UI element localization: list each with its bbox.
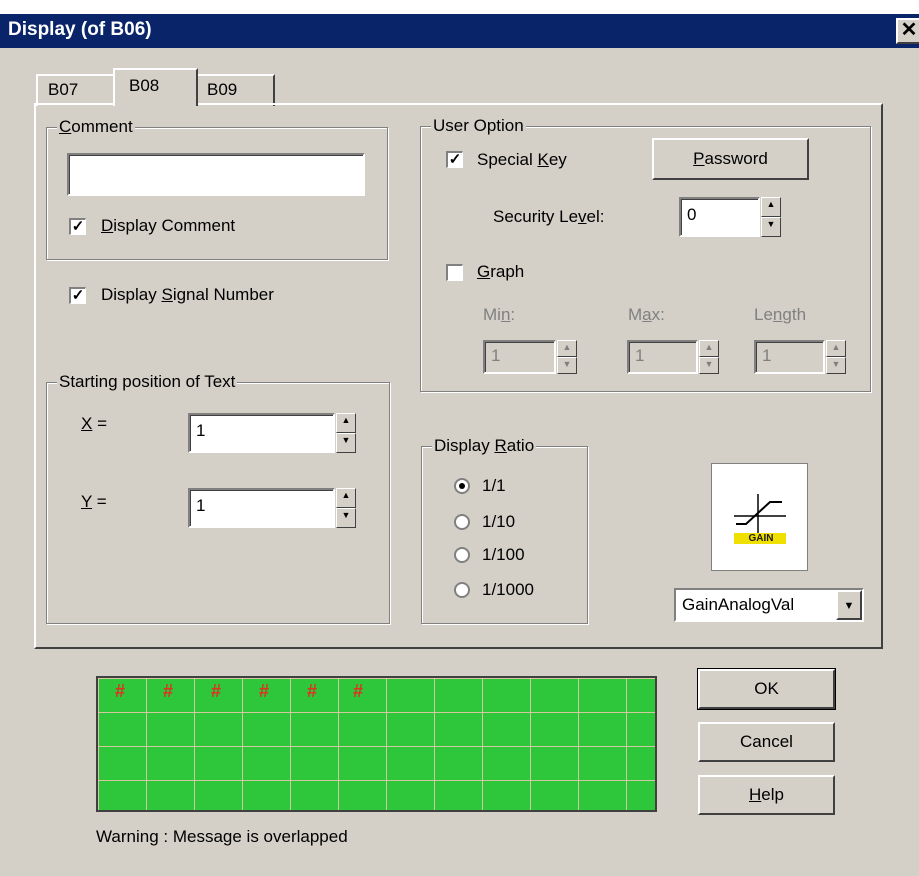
y-value: 1: [196, 496, 206, 515]
overlap-marker: #: [259, 681, 270, 701]
x-input[interactable]: 1: [188, 413, 335, 453]
security-spin-up[interactable]: ▲: [761, 197, 781, 217]
length-label: Length: [754, 305, 807, 324]
ratio-label-1-100: 1/100: [482, 545, 525, 564]
min-input[interactable]: 1: [483, 340, 556, 374]
x-spin-down[interactable]: ▼: [336, 433, 356, 453]
display-signal-number-label: Display Signal Number: [101, 285, 274, 304]
x-label: X =: [81, 414, 107, 433]
warning-text: Warning : Message is overlapped: [96, 827, 348, 846]
top-strip: [0, 0, 919, 14]
ratio-radio-1-100[interactable]: [454, 547, 470, 563]
message-preview-grid: # # # # # #: [96, 676, 657, 812]
min-value: 1: [491, 346, 501, 365]
graph-label: Graph: [477, 262, 525, 281]
special-key-label: Special Key: [477, 150, 567, 169]
min-spin-down[interactable]: ▼: [557, 357, 577, 374]
display-signal-number-checkbox[interactable]: ✓: [69, 287, 86, 304]
tab-label: B08: [129, 76, 160, 95]
display-comment-label: Display Comment: [101, 216, 236, 235]
max-spin-down[interactable]: ▼: [699, 357, 719, 374]
special-key-checkbox[interactable]: ✓: [446, 151, 463, 168]
overlap-marker: #: [211, 681, 222, 701]
tab-label: B07: [48, 80, 79, 99]
length-value: 1: [762, 346, 772, 365]
graph-checkbox[interactable]: [446, 264, 463, 281]
y-label: Y =: [81, 492, 107, 511]
max-input[interactable]: 1: [627, 340, 698, 374]
gain-caption: GAIN: [748, 533, 774, 544]
security-level-label: Security Level:: [493, 207, 605, 226]
display-comment-checkbox[interactable]: ✓: [69, 218, 86, 235]
min-spin-up[interactable]: ▲: [557, 340, 577, 357]
display-ratio-group-label: Display Ratio: [432, 436, 537, 456]
chevron-down-icon[interactable]: ▼: [836, 590, 862, 620]
ratio-label-1-1000: 1/1000: [482, 580, 534, 599]
y-spin-down[interactable]: ▼: [336, 508, 356, 528]
x-spin-up[interactable]: ▲: [336, 413, 356, 433]
security-level-value: 0: [687, 205, 697, 224]
comment-input[interactable]: [67, 153, 365, 196]
cancel-button[interactable]: Cancel: [698, 722, 835, 762]
close-icon: ✕: [900, 19, 918, 41]
user-option-group-label: User Option: [431, 116, 526, 136]
ok-button[interactable]: OK: [697, 668, 836, 710]
window-title: Display (of B06): [8, 19, 152, 40]
max-spin-up[interactable]: ▲: [699, 340, 719, 357]
length-spin-down[interactable]: ▼: [826, 357, 846, 374]
type-select-value: GainAnalogVal: [682, 595, 795, 614]
close-button[interactable]: ✕: [896, 18, 919, 44]
length-spin-up[interactable]: ▲: [826, 340, 846, 357]
ratio-radio-1-1[interactable]: [454, 478, 470, 494]
security-level-input[interactable]: 0: [679, 197, 760, 237]
gain-graph-icon: [734, 494, 786, 544]
min-label: Min:: [483, 305, 516, 324]
ratio-radio-1-10[interactable]: [454, 514, 470, 530]
position-group-label: Starting position of Text: [57, 372, 238, 392]
y-input[interactable]: 1: [188, 488, 335, 528]
tab-b08[interactable]: B08: [113, 68, 198, 106]
tab-b09[interactable]: B09: [195, 74, 275, 106]
tab-b07[interactable]: B07: [36, 74, 116, 106]
overlap-marker: #: [163, 681, 174, 701]
overlap-marker: #: [115, 681, 126, 701]
gain-icon: GAIN: [711, 463, 808, 571]
comment-group-label: Comment: [57, 117, 135, 137]
type-select[interactable]: GainAnalogVal ▼: [674, 588, 864, 622]
overlap-marker: #: [307, 681, 318, 701]
y-spin-up[interactable]: ▲: [336, 488, 356, 508]
max-value: 1: [635, 346, 645, 365]
title-bar[interactable]: Display (of B06): [0, 14, 919, 48]
x-value: 1: [196, 421, 206, 440]
password-button[interactable]: Password: [652, 138, 809, 180]
length-input[interactable]: 1: [754, 340, 825, 374]
max-label: Max:: [628, 305, 665, 324]
tab-label: B09: [207, 80, 238, 99]
overlap-marker: #: [353, 681, 364, 701]
dialog-window: Display (of B06) ✕ B07 B09 B08 Comment ✓…: [0, 0, 919, 876]
ratio-label-1-1: 1/1: [482, 476, 506, 495]
security-spin-down[interactable]: ▼: [761, 217, 781, 237]
ratio-radio-1-1000[interactable]: [454, 582, 470, 598]
help-button[interactable]: Help: [698, 775, 835, 815]
ratio-label-1-10: 1/10: [482, 512, 516, 531]
